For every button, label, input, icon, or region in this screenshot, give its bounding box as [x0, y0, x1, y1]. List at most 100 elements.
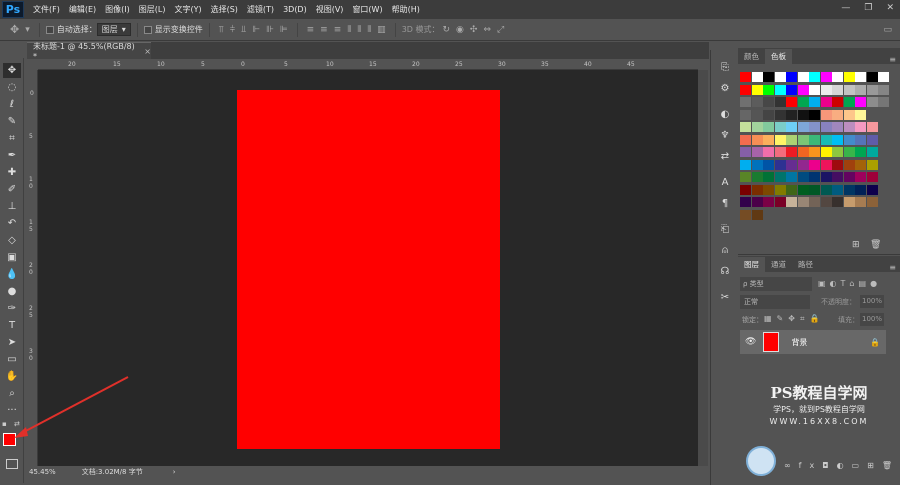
color-swatch[interactable] — [820, 147, 832, 157]
distribute-right-icon[interactable]: ⦀ — [367, 25, 371, 35]
color-swatch[interactable] — [855, 147, 866, 157]
color-swatch[interactable] — [774, 72, 786, 82]
group-icon[interactable]: ▭ — [852, 461, 868, 470]
quick-select-tool-icon[interactable]: ✎ — [3, 114, 21, 129]
type-tool-icon[interactable]: T — [3, 318, 21, 333]
clone-stamp-tool-icon[interactable]: ⊥ — [3, 199, 21, 214]
color-swatch[interactable] — [740, 122, 751, 132]
panel-menu-icon[interactable]: ≡ — [889, 55, 896, 64]
color-swatch[interactable] — [786, 172, 797, 182]
color-swatch[interactable] — [832, 184, 843, 195]
more-tools-icon[interactable]: ··· — [3, 403, 21, 418]
color-swatch[interactable] — [751, 97, 763, 107]
color-swatch[interactable] — [797, 197, 809, 207]
color-swatch[interactable] — [774, 134, 786, 145]
color-swatch[interactable] — [809, 197, 820, 207]
auto-align-icon[interactable]: ▥ — [377, 25, 386, 35]
zoom-tool-icon[interactable]: ⌕ — [3, 386, 21, 401]
color-swatch[interactable] — [843, 184, 855, 195]
tab-layers[interactable]: 图层 — [738, 257, 765, 272]
color-swatch[interactable] — [786, 122, 797, 132]
color-swatch[interactable] — [809, 97, 820, 107]
menu-layer[interactable]: 图层(L) — [139, 4, 166, 15]
color-swatch[interactable] — [751, 84, 763, 95]
3d-scale-icon[interactable]: ⤢ — [497, 25, 504, 35]
color-swatch[interactable] — [809, 109, 820, 120]
brush-presets-icon[interactable]: ⇄ — [714, 147, 736, 165]
vertical-ruler[interactable]: 0 5 1 0 1 5 2 0 2 5 3 0 — [28, 70, 38, 466]
color-swatch[interactable] — [878, 72, 889, 82]
color-swatch[interactable] — [843, 159, 855, 170]
brush-tool-icon[interactable]: ✐ — [3, 182, 21, 197]
color-swatch[interactable] — [843, 122, 855, 132]
color-swatch[interactable] — [740, 184, 751, 195]
align-vcenter-icon[interactable]: ⫩ — [230, 25, 235, 35]
color-swatch[interactable] — [774, 184, 786, 195]
distribute-bottom-icon[interactable]: ≡ — [334, 25, 342, 35]
distribute-top-icon[interactable]: ≡ — [307, 25, 315, 35]
align-left-icon[interactable]: ⊩ — [252, 25, 260, 35]
color-swatch[interactable] — [751, 147, 763, 157]
color-swatch[interactable] — [751, 72, 763, 82]
workspace-icon[interactable]: ▭ — [883, 25, 892, 35]
color-swatch[interactable] — [843, 172, 855, 182]
color-swatch[interactable] — [832, 172, 843, 182]
color-swatch[interactable] — [751, 209, 763, 220]
menu-help[interactable]: 帮助(H) — [392, 4, 420, 15]
color-swatch[interactable] — [809, 134, 820, 145]
blend-mode-dropdown[interactable]: 正常 — [740, 295, 810, 309]
align-right-icon[interactable]: ⊫ — [280, 25, 288, 35]
close-icon[interactable]: ✕ — [886, 3, 894, 13]
color-swatch[interactable] — [786, 109, 797, 120]
3d-pan-icon[interactable]: ✣ — [470, 25, 478, 35]
clone-source-icon[interactable]: ⎗ — [714, 220, 736, 238]
hand-tool-icon[interactable]: ✋ — [3, 369, 21, 384]
chevron-down-icon[interactable]: ▾ — [25, 25, 30, 35]
color-swatch[interactable] — [820, 72, 832, 82]
layer-filter-icons[interactable]: ▣◐T⌂▤● — [818, 279, 881, 288]
color-swatch[interactable] — [763, 97, 774, 107]
color-swatch[interactable] — [797, 134, 809, 145]
color-swatch[interactable] — [832, 197, 843, 207]
color-swatch[interactable] — [843, 147, 855, 157]
color-swatch[interactable] — [740, 134, 751, 145]
color-swatch[interactable] — [751, 172, 763, 182]
color-swatch[interactable] — [751, 197, 763, 207]
new-swatch-icon[interactable]: ⊞ — [852, 240, 860, 250]
lock-icons[interactable]: ▦✎✥⌗🔒 — [764, 314, 824, 324]
color-swatch[interactable] — [763, 197, 774, 207]
tab-channels[interactable]: 通道 — [765, 257, 792, 272]
glyphs-icon[interactable]: ⍝ — [714, 241, 736, 259]
color-swatch[interactable] — [832, 147, 843, 157]
layer-row-background[interactable]: 👁 背景 🔒 — [740, 330, 886, 354]
auto-select-dropdown[interactable]: 图层 ▾ — [96, 23, 131, 36]
color-swatch[interactable] — [820, 84, 832, 95]
color-swatch[interactable] — [786, 97, 797, 107]
color-swatch[interactable] — [832, 109, 843, 120]
color-swatch[interactable] — [855, 159, 866, 170]
history-panel-icon[interactable]: ⎘ — [714, 58, 736, 76]
tab-paths[interactable]: 路径 — [792, 257, 819, 272]
default-colors-icon[interactable]: ▪ — [2, 420, 7, 428]
color-swatch[interactable] — [843, 97, 855, 107]
color-swatch[interactable] — [797, 97, 809, 107]
brush-panel-icon[interactable]: ♆ — [714, 126, 736, 144]
color-swatch[interactable] — [774, 109, 786, 120]
color-swatch[interactable] — [751, 184, 763, 195]
color-swatch[interactable] — [797, 147, 809, 157]
color-swatch[interactable] — [878, 97, 889, 107]
color-swatch[interactable] — [740, 84, 751, 95]
tab-color[interactable]: 颜色 — [738, 49, 765, 64]
color-swatch[interactable] — [809, 184, 820, 195]
color-swatch[interactable] — [786, 197, 797, 207]
menu-3d[interactable]: 3D(D) — [283, 5, 307, 14]
color-swatch[interactable] — [751, 109, 763, 120]
vertical-scrollbar[interactable] — [698, 70, 708, 466]
color-swatch[interactable] — [763, 122, 774, 132]
menu-image[interactable]: 图像(I) — [105, 4, 130, 15]
fx-icon[interactable]: fx — [799, 461, 823, 470]
eyedropper-tool-icon[interactable]: ✒ — [3, 148, 21, 163]
move-tool-icon[interactable]: ✥ — [10, 23, 19, 36]
color-swatch[interactable] — [855, 197, 866, 207]
color-swatch[interactable] — [843, 72, 855, 82]
